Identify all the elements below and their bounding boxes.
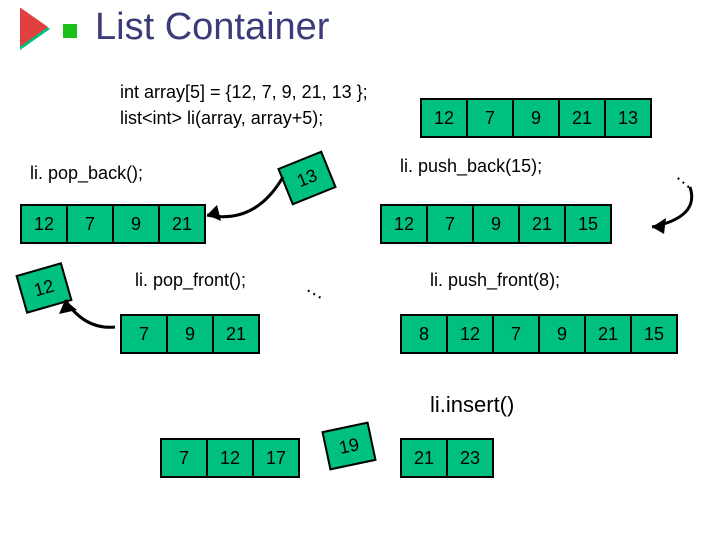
op-insert: li.insert() (430, 392, 514, 418)
cell: 21 (158, 204, 206, 244)
row-push-back: 12 7 9 21 15 (380, 204, 612, 244)
cell: 17 (252, 438, 300, 478)
cell: 8 (400, 314, 448, 354)
op-push-front: li. push_front(8); (430, 270, 560, 291)
popped-front-cell: 12 (15, 262, 72, 314)
cell: 7 (426, 204, 474, 244)
insert-mid-cell: 19 (321, 421, 376, 470)
row-insert-left: 7 12 17 (160, 438, 300, 478)
cell: 12 (446, 314, 494, 354)
cell: 23 (446, 438, 494, 478)
row-pop-back: 12 7 9 21 (20, 204, 206, 244)
cell: 12 (20, 204, 68, 244)
cell: 12 (380, 204, 428, 244)
cell: 9 (472, 204, 520, 244)
op-pop-back: li. pop_back(); (30, 163, 143, 184)
code-line-1: int array[5] = {12, 7, 9, 21, 13 }; (120, 82, 368, 103)
svg-text:…: … (672, 164, 701, 194)
svg-text:…: … (303, 275, 331, 304)
row-initial: 12 7 9 21 13 (420, 98, 652, 138)
cell: 7 (492, 314, 540, 354)
cell: 21 (400, 438, 448, 478)
cell: 9 (112, 204, 160, 244)
cell: 9 (538, 314, 586, 354)
dots-pop-front-icon: … (280, 270, 340, 340)
cell: 7 (160, 438, 208, 478)
cell: 7 (66, 204, 114, 244)
cell: 15 (630, 314, 678, 354)
cell: 9 (512, 98, 560, 138)
cell: 21 (558, 98, 606, 138)
row-insert-right: 21 23 (400, 438, 494, 478)
cell: 13 (604, 98, 652, 138)
cell: 9 (166, 314, 214, 354)
code-line-2: list<int> li(array, array+5); (120, 108, 323, 129)
cell: 15 (564, 204, 612, 244)
cell: 12 (206, 438, 254, 478)
cell: 21 (212, 314, 260, 354)
op-push-back: li. push_back(15); (400, 156, 542, 177)
popped-back-cell: 13 (277, 150, 336, 205)
cell: 7 (120, 314, 168, 354)
page-title: List Container (95, 6, 329, 49)
title-bullet-icon (63, 24, 77, 38)
cell: 7 (466, 98, 514, 138)
cell: 12 (420, 98, 468, 138)
dots-push-back-icon: … (640, 162, 710, 247)
cell: 21 (518, 204, 566, 244)
row-pop-front: 7 9 21 (120, 314, 260, 354)
row-push-front: 8 12 7 9 21 15 (400, 314, 678, 354)
op-pop-front: li. pop_front(); (135, 270, 246, 291)
cell: 21 (584, 314, 632, 354)
title-triangle-icon (20, 8, 50, 50)
